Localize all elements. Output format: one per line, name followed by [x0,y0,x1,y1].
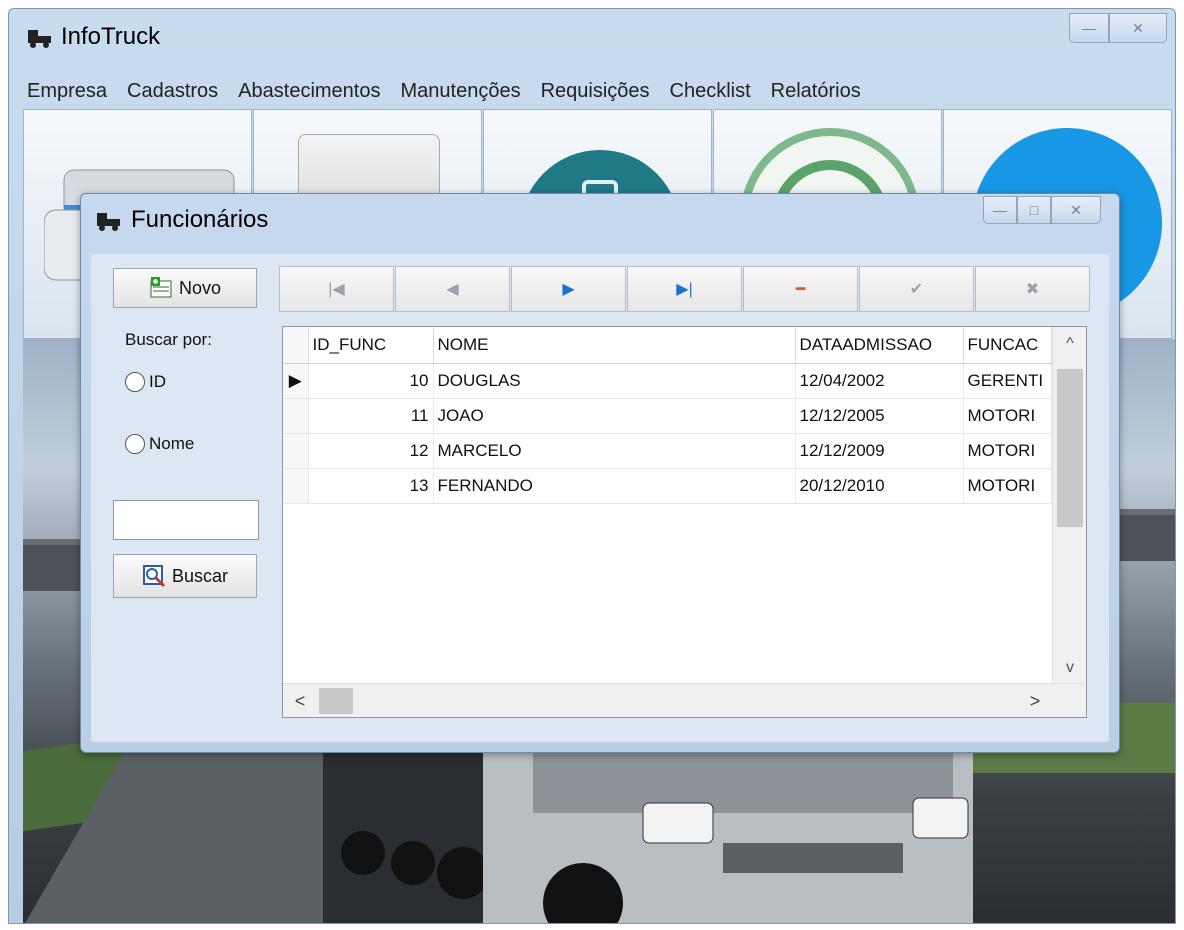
table-row[interactable]: 11 JOAO 12/12/2005 MOTORI [283,398,1052,434]
cell-funcao[interactable]: MOTORI [963,398,1052,434]
app-title: InfoTruck [61,23,161,50]
dialog-window-controls: — □ ✕ [983,196,1101,224]
menu-bar: Empresa Cadastros Abastecimentos Manuten… [9,71,1175,111]
cell-nome[interactable]: FERNANDO [433,468,796,504]
scroll-right-button[interactable]: > [1018,684,1052,717]
row-indicator: ▶ [283,363,309,399]
table-row[interactable]: 12 MARCELO 12/12/2009 MOTORI [283,433,1052,469]
radio-nome[interactable]: Nome [125,434,194,454]
cell-data[interactable]: 12/04/2002 [795,363,964,399]
cell-data[interactable]: 12/12/2009 [795,433,964,469]
indicator-header [283,327,309,364]
scroll-down-button[interactable]: v [1053,651,1086,685]
menu-cadastros[interactable]: Cadastros [127,80,218,103]
search-by-label: Buscar por: [125,330,212,349]
search-button-label: Buscar [171,565,229,586]
vertical-scrollbar[interactable]: ^ v [1052,327,1086,685]
new-button-label: Novo [178,277,222,298]
new-button[interactable]: Novo [113,268,257,308]
title-bar: InfoTruck — ✕ [9,9,1175,71]
menu-abastecimentos[interactable]: Abastecimentos [238,80,380,103]
horizontal-scroll-thumb[interactable] [319,688,353,714]
add-record-icon [150,277,172,298]
truck-icon [28,30,51,48]
search-input[interactable] [113,500,259,540]
vertical-scroll-thumb[interactable] [1057,369,1083,527]
cell-nome[interactable]: MARCELO [433,433,796,469]
table-row[interactable]: 13 FERNANDO 20/12/2010 MOTORI [283,468,1052,504]
truck-image [323,733,973,923]
nav-prior-button[interactable]: ◀ [395,266,510,312]
cell-data[interactable]: 20/12/2010 [795,468,964,504]
column-header-funcao[interactable]: FUNCAC [963,327,1052,364]
radio-id-label: ID [149,372,166,391]
radio-circle[interactable] [125,372,145,392]
cell-id[interactable]: 12 [308,433,434,469]
cell-id[interactable]: 11 [308,398,434,434]
scroll-left-button[interactable]: < [283,684,317,717]
close-button[interactable]: ✕ [1051,196,1101,224]
cell-data[interactable]: 12/12/2005 [795,398,964,434]
table-row[interactable]: ▶ 10 DOUGLAS 12/04/2002 GERENTI [283,363,1052,399]
close-button[interactable]: ✕ [1109,13,1167,43]
row-indicator [283,468,309,504]
row-indicator [283,398,309,434]
menu-manutencoes[interactable]: Manutenções [400,80,520,103]
dialog-title: Funcionários [131,206,269,233]
menu-empresa[interactable]: Empresa [27,80,107,103]
menu-checklist[interactable]: Checklist [670,80,751,103]
radio-id[interactable]: ID [125,372,166,392]
nav-last-button[interactable]: ▶| [627,266,742,312]
menu-requisicoes[interactable]: Requisições [541,80,650,103]
row-indicator [283,433,309,469]
cell-nome[interactable]: DOUGLAS [433,363,796,399]
horizontal-scrollbar[interactable]: < > [283,683,1086,717]
nav-next-button[interactable]: ▶ [511,266,626,312]
column-header-nome[interactable]: NOME [433,327,796,364]
cell-funcao[interactable]: MOTORI [963,468,1052,504]
nav-delete-button[interactable]: ━ [743,266,858,312]
cell-funcao[interactable]: MOTORI [963,433,1052,469]
search-button[interactable]: Buscar [113,554,257,598]
funcionarios-dialog: Funcionários — □ ✕ Novo Buscar por: ID N… [80,193,1120,753]
nav-first-button[interactable]: |◀ [279,266,394,312]
truck-icon [97,213,120,231]
cell-nome[interactable]: JOAO [433,398,796,434]
cell-funcao[interactable]: GERENTI [963,363,1052,399]
minimize-button[interactable]: — [983,196,1017,224]
minimize-button[interactable]: — [1069,13,1109,43]
window-controls: — ✕ [1069,13,1167,43]
nav-cancel-button[interactable]: ✖ [975,266,1090,312]
menu-relatorios[interactable]: Relatórios [771,80,861,103]
radio-nome-label: Nome [149,434,195,453]
cell-id[interactable]: 13 [308,468,434,504]
search-icon [142,565,166,588]
table-header-row: ID_FUNC NOME DATAADMISSAO FUNCAC [283,327,1052,364]
cell-id[interactable]: 10 [308,363,434,399]
db-navigator: |◀ ◀ ▶ ▶| ━ ✔ ✖ [279,266,1091,312]
employees-grid[interactable]: ID_FUNC NOME DATAADMISSAO FUNCAC ▶ 10 DO… [282,326,1087,718]
radio-circle[interactable] [125,434,145,454]
column-header-id[interactable]: ID_FUNC [308,327,434,364]
nav-post-button[interactable]: ✔ [859,266,974,312]
maximize-button[interactable]: □ [1017,196,1051,224]
employees-table: ID_FUNC NOME DATAADMISSAO FUNCAC ▶ 10 DO… [283,327,1052,504]
dialog-body: Novo Buscar por: ID Nome Buscar |◀ ◀ ▶ ▶… [91,254,1109,742]
scroll-up-button[interactable]: ^ [1053,327,1086,361]
column-header-data[interactable]: DATAADMISSAO [795,327,964,364]
